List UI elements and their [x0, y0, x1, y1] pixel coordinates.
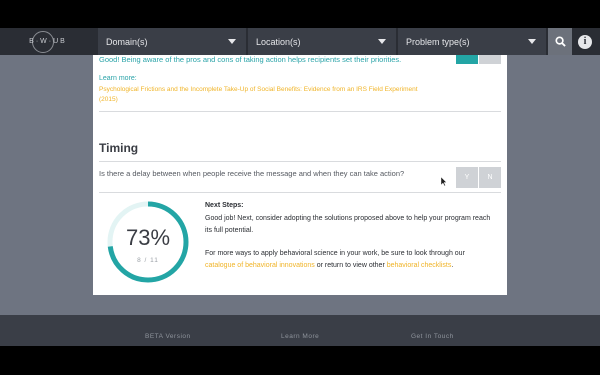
section-title: Timing — [99, 141, 139, 155]
checklist-card: Good! Being aware of the pros and cons o… — [93, 55, 507, 295]
learn-more-link[interactable]: Psychological Frictions and the Incomple… — [99, 85, 419, 105]
more-prefix: For more ways to apply behavioral scienc… — [205, 250, 465, 257]
next-steps-title: Next Steps: — [205, 202, 244, 209]
location-dropdown-label: Location(s) — [256, 36, 301, 47]
mouse-cursor-icon — [441, 177, 447, 186]
previous-feedback: Good! Being aware of the pros and cons o… — [99, 55, 402, 64]
next-steps-body: Good job! Next, consider adopting the so… — [205, 215, 491, 234]
divider — [99, 192, 501, 193]
top-nav-bar: B·W·UB Domain(s) Location(s) Problem typ… — [0, 28, 600, 55]
app-frame: B·W·UB Domain(s) Location(s) Problem typ… — [0, 0, 600, 375]
footer: BETA Version Learn More Get In Touch — [0, 315, 600, 346]
more-resources-text: For more ways to apply behavioral scienc… — [205, 248, 497, 272]
learn-more-label: Learn more: — [99, 75, 137, 82]
divider — [99, 161, 501, 162]
previous-no-button[interactable] — [479, 55, 501, 64]
chevron-down-icon — [378, 39, 386, 44]
info-icon: i — [578, 34, 592, 49]
previous-answer-buttons — [456, 55, 501, 64]
problem-type-dropdown-label: Problem type(s) — [406, 36, 470, 47]
logo-text: B·W·UB — [29, 38, 67, 45]
info-button[interactable]: i — [572, 28, 598, 55]
checklists-link[interactable]: behavioral checklists — [387, 262, 452, 269]
search-icon — [554, 36, 566, 47]
footer-learn-more-link[interactable]: Learn More — [281, 333, 319, 340]
previous-yes-button[interactable] — [456, 55, 478, 64]
more-suffix: . — [451, 262, 454, 269]
location-dropdown[interactable]: Location(s) — [246, 28, 396, 55]
catalogue-link[interactable]: catalogue of behavioral innovations — [205, 262, 315, 269]
domain-dropdown[interactable]: Domain(s) — [96, 28, 246, 55]
domain-dropdown-label: Domain(s) — [106, 36, 148, 47]
search-button[interactable] — [548, 28, 572, 55]
no-button[interactable]: N — [479, 167, 501, 188]
question-text: Is there a delay between when people rec… — [99, 169, 405, 178]
footer-get-in-touch-link[interactable]: Get In Touch — [411, 333, 454, 340]
yes-button[interactable]: Y — [456, 167, 478, 188]
chevron-down-icon — [528, 39, 536, 44]
chevron-down-icon — [228, 39, 236, 44]
more-middle: or return to view other — [314, 262, 387, 269]
problem-type-dropdown[interactable]: Problem type(s) — [396, 28, 546, 55]
progress-percent: 73% — [125, 225, 171, 250]
site-logo[interactable]: B·W·UB — [0, 28, 96, 55]
progress-count: 8 / 11 — [137, 257, 159, 264]
footer-beta-link[interactable]: BETA Version — [145, 333, 191, 340]
answer-buttons: Y N — [456, 167, 501, 188]
divider — [99, 111, 501, 112]
